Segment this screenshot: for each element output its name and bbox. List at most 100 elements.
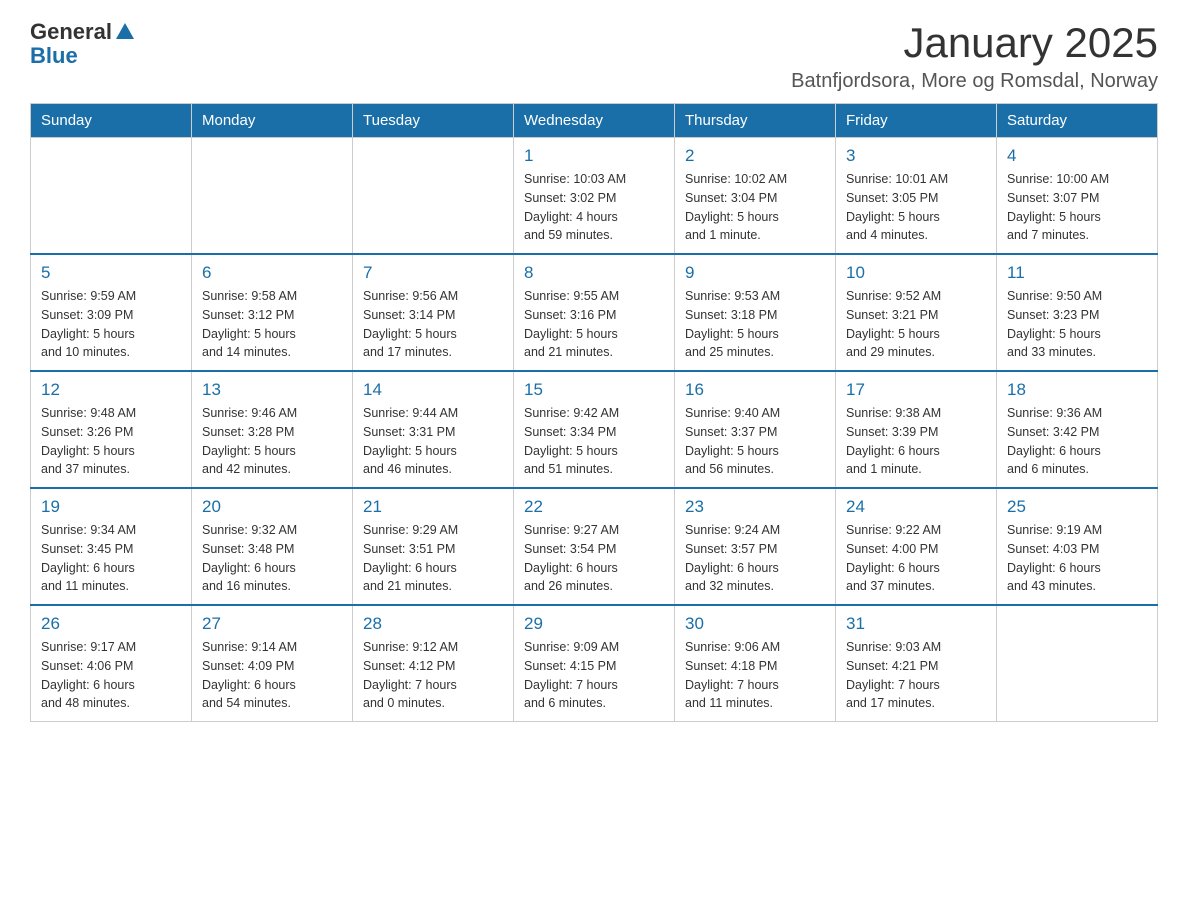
day-info: Sunrise: 10:02 AM Sunset: 3:04 PM Daylig… — [685, 170, 825, 245]
page-header: General Blue January 2025 Batnfjordsora,… — [30, 20, 1158, 93]
day-info: Sunrise: 9:59 AM Sunset: 3:09 PM Dayligh… — [41, 287, 181, 362]
calendar-cell — [353, 138, 514, 255]
day-number: 17 — [846, 380, 986, 400]
calendar-row-4: 19Sunrise: 9:34 AM Sunset: 3:45 PM Dayli… — [31, 488, 1158, 605]
day-number: 15 — [524, 380, 664, 400]
day-number: 23 — [685, 497, 825, 517]
calendar-cell: 1Sunrise: 10:03 AM Sunset: 3:02 PM Dayli… — [514, 138, 675, 255]
day-info: Sunrise: 9:29 AM Sunset: 3:51 PM Dayligh… — [363, 521, 503, 596]
day-info: Sunrise: 9:14 AM Sunset: 4:09 PM Dayligh… — [202, 638, 342, 713]
day-number: 7 — [363, 263, 503, 283]
calendar-cell: 15 Sunrise: 9:42 AM Sunset: 3:34 PM Dayli… — [514, 371, 675, 488]
header-tuesday: Tuesday — [353, 104, 514, 138]
day-number: 19 — [41, 497, 181, 517]
day-number: 3 — [846, 146, 986, 166]
day-number: 13 — [202, 380, 342, 400]
calendar-cell: 31 Sunrise: 9:03 AM Sunset: 4:21 PM Dayli… — [836, 605, 997, 722]
calendar-cell: 12Sunrise: 9:48 AM Sunset: 3:26 PM Dayli… — [31, 371, 192, 488]
logo-general: General — [30, 20, 112, 44]
day-info: Sunrise: 9:09 AM Sunset: 4:15 PM Dayligh… — [524, 638, 664, 713]
day-info: Sunrise: 9:24 AM Sunset: 3:57 PM Dayligh… — [685, 521, 825, 596]
day-info: Sunrise: 9:22 AM Sunset: 4:00 PM Dayligh… — [846, 521, 986, 596]
day-info: Sunrise: 9:50 AM Sunset: 3:23 PM Dayligh… — [1007, 287, 1147, 362]
title-section: January 2025 Batnfjordsora, More og Roms… — [791, 20, 1158, 93]
header-friday: Friday — [836, 104, 997, 138]
day-number: 31 — [846, 614, 986, 634]
day-info: Sunrise: 9:03 AM Sunset: 4:21 PM Dayligh… — [846, 638, 986, 713]
logo-blue: Blue — [30, 43, 78, 68]
calendar-row-2: 5 Sunrise: 9:59 AM Sunset: 3:09 PM Daylig… — [31, 254, 1158, 371]
day-number: 10 — [846, 263, 986, 283]
calendar-cell: 6 Sunrise: 9:58 AM Sunset: 3:12 PM Daylig… — [192, 254, 353, 371]
day-info: Sunrise: 9:55 AM Sunset: 3:16 PM Dayligh… — [524, 287, 664, 362]
header-thursday: Thursday — [675, 104, 836, 138]
day-number: 25 — [1007, 497, 1147, 517]
calendar-cell: 16Sunrise: 9:40 AM Sunset: 3:37 PM Dayli… — [675, 371, 836, 488]
calendar-cell — [192, 138, 353, 255]
header-saturday: Saturday — [997, 104, 1158, 138]
day-info: Sunrise: 9:53 AM Sunset: 3:18 PM Dayligh… — [685, 287, 825, 362]
day-number: 2 — [685, 146, 825, 166]
calendar-cell: 3 Sunrise: 10:01 AM Sunset: 3:05 PM Dayli… — [836, 138, 997, 255]
day-info: Sunrise: 9:46 AM Sunset: 3:28 PM Dayligh… — [202, 404, 342, 479]
day-info: Sunrise: 9:40 AM Sunset: 3:37 PM Dayligh… — [685, 404, 825, 479]
calendar-cell: 11 Sunrise: 9:50 AM Sunset: 3:23 PM Dayli… — [997, 254, 1158, 371]
calendar-table: Sunday Monday Tuesday Wednesday Thursday… — [30, 103, 1158, 722]
day-number: 26 — [41, 614, 181, 634]
calendar-cell: 9 Sunrise: 9:53 AM Sunset: 3:18 PM Daylig… — [675, 254, 836, 371]
calendar-cell: 2 Sunrise: 10:02 AM Sunset: 3:04 PM Dayli… — [675, 138, 836, 255]
calendar-cell: 21Sunrise: 9:29 AM Sunset: 3:51 PM Dayli… — [353, 488, 514, 605]
day-info: Sunrise: 9:58 AM Sunset: 3:12 PM Dayligh… — [202, 287, 342, 362]
calendar-cell: 5 Sunrise: 9:59 AM Sunset: 3:09 PM Daylig… — [31, 254, 192, 371]
day-number: 12 — [41, 380, 181, 400]
calendar-cell: 20Sunrise: 9:32 AM Sunset: 3:48 PM Dayli… — [192, 488, 353, 605]
calendar-header-row: Sunday Monday Tuesday Wednesday Thursday… — [31, 104, 1158, 138]
day-number: 14 — [363, 380, 503, 400]
logo-triangle-icon — [114, 21, 136, 43]
day-number: 18 — [1007, 380, 1147, 400]
day-info: Sunrise: 9:27 AM Sunset: 3:54 PM Dayligh… — [524, 521, 664, 596]
calendar-cell: 25 Sunrise: 9:19 AM Sunset: 4:03 PM Dayli… — [997, 488, 1158, 605]
day-number: 27 — [202, 614, 342, 634]
calendar-cell: 8Sunrise: 9:55 AM Sunset: 3:16 PM Daylig… — [514, 254, 675, 371]
calendar-cell: 4 Sunrise: 10:00 AM Sunset: 3:07 PM Dayli… — [997, 138, 1158, 255]
header-wednesday: Wednesday — [514, 104, 675, 138]
day-number: 5 — [41, 263, 181, 283]
day-info: Sunrise: 9:38 AM Sunset: 3:39 PM Dayligh… — [846, 404, 986, 479]
calendar-row-5: 26 Sunrise: 9:17 AM Sunset: 4:06 PM Dayli… — [31, 605, 1158, 722]
day-number: 9 — [685, 263, 825, 283]
day-number: 4 — [1007, 146, 1147, 166]
day-info: Sunrise: 10:00 AM Sunset: 3:07 PM Daylig… — [1007, 170, 1147, 245]
calendar-cell: 24 Sunrise: 9:22 AM Sunset: 4:00 PM Dayli… — [836, 488, 997, 605]
day-info: Sunrise: 9:17 AM Sunset: 4:06 PM Dayligh… — [41, 638, 181, 713]
calendar-row-3: 12Sunrise: 9:48 AM Sunset: 3:26 PM Dayli… — [31, 371, 1158, 488]
day-info: Sunrise: 9:52 AM Sunset: 3:21 PM Dayligh… — [846, 287, 986, 362]
calendar-cell: 29Sunrise: 9:09 AM Sunset: 4:15 PM Dayli… — [514, 605, 675, 722]
header-monday: Monday — [192, 104, 353, 138]
day-number: 11 — [1007, 263, 1147, 283]
calendar-cell: 17 Sunrise: 9:38 AM Sunset: 3:39 PM Dayli… — [836, 371, 997, 488]
calendar-cell: 10 Sunrise: 9:52 AM Sunset: 3:21 PM Dayli… — [836, 254, 997, 371]
day-info: Sunrise: 9:42 AM Sunset: 3:34 PM Dayligh… — [524, 404, 664, 479]
calendar-cell: 28 Sunrise: 9:12 AM Sunset: 4:12 PM Dayli… — [353, 605, 514, 722]
day-number: 24 — [846, 497, 986, 517]
logo: General Blue — [30, 20, 136, 68]
day-number: 28 — [363, 614, 503, 634]
calendar-cell: 23 Sunrise: 9:24 AM Sunset: 3:57 PM Dayli… — [675, 488, 836, 605]
calendar-cell: 7 Sunrise: 9:56 AM Sunset: 3:14 PM Daylig… — [353, 254, 514, 371]
day-info: Sunrise: 9:12 AM Sunset: 4:12 PM Dayligh… — [363, 638, 503, 713]
day-info: Sunrise: 9:19 AM Sunset: 4:03 PM Dayligh… — [1007, 521, 1147, 596]
header-sunday: Sunday — [31, 104, 192, 138]
day-number: 1 — [524, 146, 664, 166]
calendar-cell: 27 Sunrise: 9:14 AM Sunset: 4:09 PM Dayli… — [192, 605, 353, 722]
day-info: Sunrise: 9:56 AM Sunset: 3:14 PM Dayligh… — [363, 287, 503, 362]
calendar-row-1: 1Sunrise: 10:03 AM Sunset: 3:02 PM Dayli… — [31, 138, 1158, 255]
day-info: Sunrise: 10:01 AM Sunset: 3:05 PM Daylig… — [846, 170, 986, 245]
calendar-cell: 22Sunrise: 9:27 AM Sunset: 3:54 PM Dayli… — [514, 488, 675, 605]
location: Batnfjordsora, More og Romsdal, Norway — [791, 70, 1158, 93]
calendar-cell — [31, 138, 192, 255]
day-info: Sunrise: 9:06 AM Sunset: 4:18 PM Dayligh… — [685, 638, 825, 713]
day-number: 6 — [202, 263, 342, 283]
calendar-cell: 14Sunrise: 9:44 AM Sunset: 3:31 PM Dayli… — [353, 371, 514, 488]
month-title: January 2025 — [791, 20, 1158, 66]
